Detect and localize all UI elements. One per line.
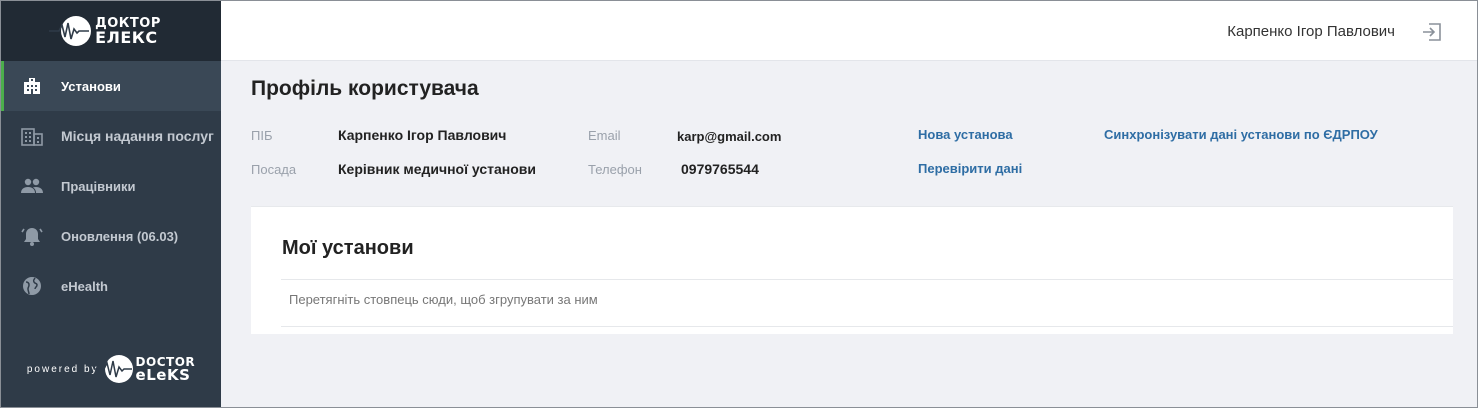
- sidebar: ДОКТОР ЕЛЕКС Установи Місця надання посл…: [1, 1, 221, 407]
- bell-icon: [21, 225, 43, 247]
- sidebar-item-label: Місця надання послуг: [61, 128, 214, 144]
- building-icon: [21, 75, 43, 97]
- sidebar-item-updates[interactable]: Оновлення (06.03): [1, 211, 221, 261]
- sidebar-item-label: eHealth: [61, 278, 108, 294]
- institutions-title: Мої установи: [282, 237, 414, 259]
- top-bar: Карпенко Ігор Павлович: [221, 1, 1477, 61]
- sidebar-item-institutions[interactable]: Установи: [1, 61, 221, 111]
- position-value: Керівник медичної установи: [338, 161, 537, 177]
- powered-logo-line2: eLeKS: [135, 366, 191, 384]
- current-user-name[interactable]: Карпенко Ігор Павлович: [1227, 23, 1395, 40]
- phone-value: 0979765544: [681, 161, 759, 177]
- pulse-logo-icon: [93, 355, 133, 383]
- people-icon: [21, 175, 43, 197]
- email-value: karp@gmail.com: [677, 129, 782, 144]
- powered-by-text: powered by: [26, 363, 99, 375]
- sidebar-item-employees[interactable]: Працівники: [1, 161, 221, 211]
- sidebar-item-label: Установи: [61, 78, 121, 94]
- powered-by: powered by DOCTOR eLeKS: [1, 355, 221, 383]
- check-data-link[interactable]: Перевірити дані: [918, 161, 1022, 176]
- new-institution-link[interactable]: Нова установа: [918, 127, 1013, 142]
- sidebar-item-service-places[interactable]: Місця надання послуг: [1, 111, 221, 161]
- brand-logo[interactable]: ДОКТОР ЕЛЕКС: [1, 1, 221, 61]
- group-hint: Перетягніть стовпець сюди, щоб згрупуват…: [289, 292, 598, 307]
- pulse-logo-icon: [49, 16, 92, 46]
- pib-label: ПІБ: [251, 128, 273, 143]
- page-title: Профіль користувача: [251, 77, 479, 100]
- position-label: Посада: [251, 162, 297, 177]
- powered-logo-name: DOCTOR eLeKS: [135, 356, 196, 384]
- sync-edrpou-link[interactable]: Синхронізувати дані установи по ЄДРПОУ: [1104, 127, 1378, 142]
- sidebar-item-label: Працівники: [61, 178, 136, 194]
- sidebar-item-label: Оновлення (06.03): [61, 228, 179, 244]
- sidebar-item-ehealth[interactable]: eHealth: [1, 261, 221, 311]
- group-drop-area[interactable]: Перетягніть стовпець сюди, щоб згрупуват…: [281, 279, 1453, 327]
- sidebar-nav: Установи Місця надання послуг Працівники…: [1, 61, 221, 311]
- brand-name: ДОКТОР ЕЛЕКС: [95, 17, 161, 47]
- brand-line2: ЕЛЕКС: [95, 28, 158, 47]
- phone-label: Телефон: [588, 162, 642, 177]
- email-label: Email: [588, 128, 621, 143]
- globe-icon: [21, 275, 43, 297]
- office-icon: [21, 125, 43, 147]
- institutions-panel: Мої установи Перетягніть стовпець сюди, …: [251, 206, 1453, 334]
- pib-value: Карпенко Ігор Павлович: [338, 127, 507, 143]
- logout-icon[interactable]: [1421, 21, 1443, 43]
